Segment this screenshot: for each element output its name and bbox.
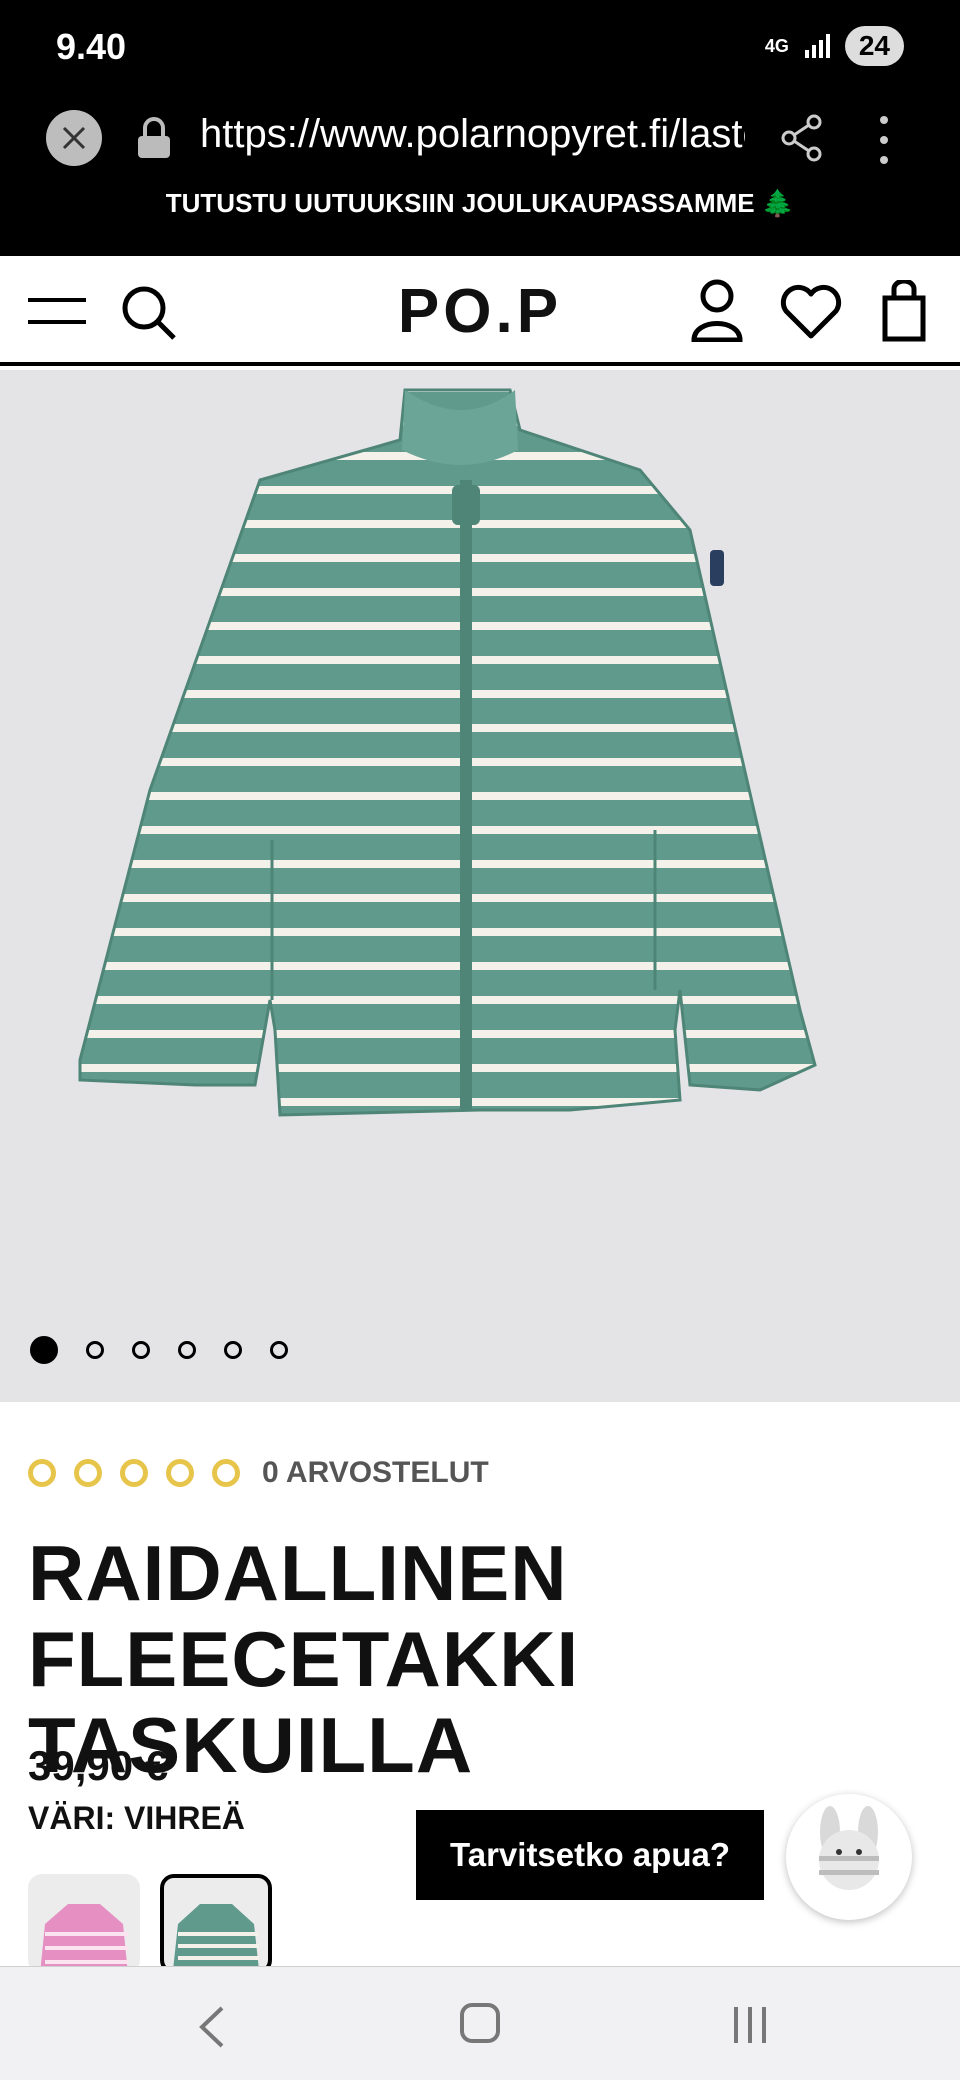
rating-summary[interactable]: 0 ARVOSTELUT <box>28 1456 489 1490</box>
gallery-dot[interactable] <box>132 1341 150 1359</box>
rating-star-icon <box>166 1459 194 1487</box>
close-tab-button[interactable] <box>46 110 102 166</box>
chat-bot-avatar[interactable] <box>786 1794 912 1920</box>
rating-star-icon <box>212 1459 240 1487</box>
gallery-dot[interactable] <box>86 1341 104 1359</box>
gallery-dot[interactable] <box>270 1341 288 1359</box>
rating-star-icon <box>74 1459 102 1487</box>
back-icon[interactable] <box>196 2005 226 2049</box>
status-time: 9.40 <box>56 26 127 67</box>
home-icon[interactable] <box>460 2003 500 2043</box>
gallery-pagination[interactable] <box>30 1336 288 1364</box>
rating-star-icon <box>120 1459 148 1487</box>
product-price: 39,90 € <box>28 1742 169 1789</box>
recent-apps-icon[interactable] <box>732 2005 768 2045</box>
search-icon[interactable] <box>120 284 178 342</box>
green-jacket-thumbnail <box>173 1904 259 1970</box>
heart-icon[interactable] <box>780 284 842 340</box>
rating-star-icon <box>28 1459 56 1487</box>
gallery-dot[interactable] <box>30 1336 58 1364</box>
account-icon[interactable] <box>690 278 744 342</box>
gallery-dot[interactable] <box>224 1341 242 1359</box>
gallery-dot[interactable] <box>178 1341 196 1359</box>
lock-icon <box>138 117 170 158</box>
status-icons: 4G 24 <box>765 26 904 66</box>
pink-jacket-thumbnail <box>40 1904 128 1974</box>
product-image-fleece-jacket <box>78 388 817 1117</box>
shopping-bag-icon[interactable] <box>882 280 926 342</box>
color-swatch-green[interactable] <box>160 1874 272 1974</box>
announcement-text: TUTUSTU UUTUUKSIIN JOULUKAUPASSAMME 🌲 <box>165 188 795 218</box>
close-icon <box>62 126 86 150</box>
announcement-bar[interactable]: TUTUSTU UUTUUKSIIN JOULUKAUPASSAMME 🌲 <box>0 188 960 256</box>
review-count[interactable]: 0 ARVOSTELUT <box>262 1456 489 1490</box>
bunny-toy-icon <box>819 1806 879 1890</box>
color-swatch-pink[interactable] <box>28 1874 140 1974</box>
battery-indicator: 24 <box>844 26 904 66</box>
system-navigation-bar <box>0 1966 960 2080</box>
chat-help-button[interactable]: Tarvitsetko apua? <box>416 1810 764 1900</box>
share-icon[interactable] <box>780 114 824 162</box>
product-image-gallery[interactable] <box>0 370 960 1402</box>
selected-color: VÄRI: VIHREÄ <box>28 1800 245 1836</box>
status-bar: 9.40 4G 24 <box>0 0 960 96</box>
browser-toolbar: https://www.polarnopyret.fi/lastenvaatte… <box>0 96 960 192</box>
brand-logo[interactable]: PO.P <box>380 276 580 347</box>
more-options-icon[interactable] <box>874 112 894 168</box>
url-field[interactable]: https://www.polarnopyret.fi/lastenvaatte… <box>200 112 745 157</box>
site-header: PO.P <box>0 256 960 366</box>
signal-icon <box>804 34 830 58</box>
hamburger-menu-icon[interactable] <box>28 296 86 326</box>
network-type: 4G <box>764 36 789 56</box>
